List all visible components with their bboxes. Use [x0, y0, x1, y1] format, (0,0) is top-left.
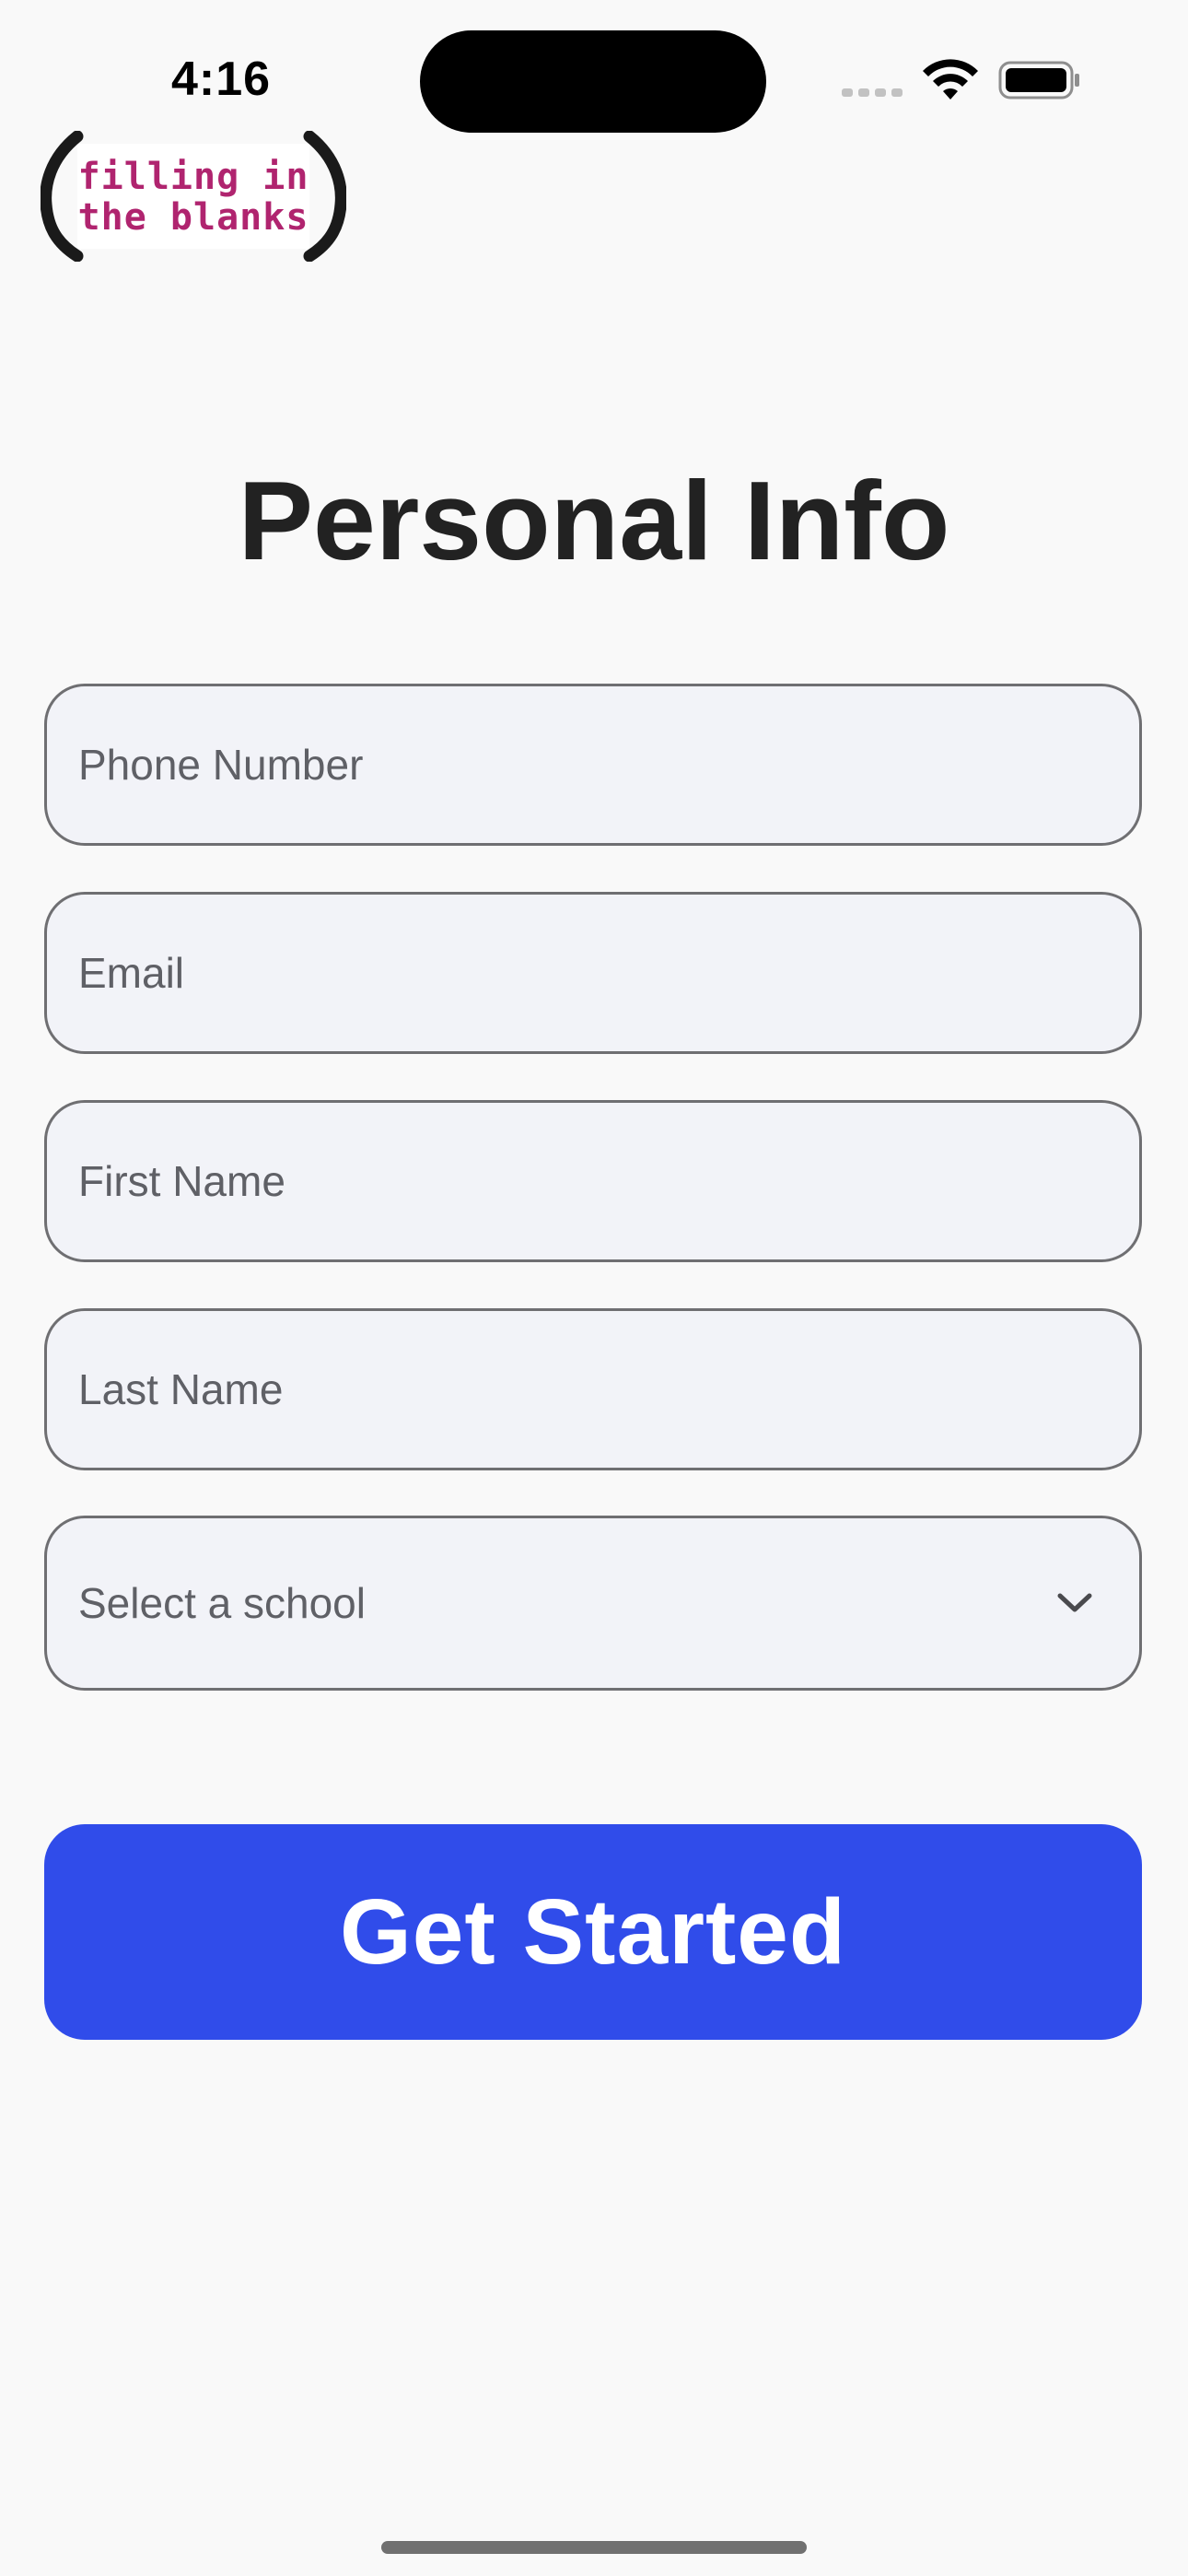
screen: 4:16 filling in the blanks Personal Info: [0, 0, 1188, 2576]
phone-number-field[interactable]: [44, 684, 1142, 846]
wifi-icon: [923, 59, 978, 100]
page-title: Personal Info: [238, 458, 950, 583]
email-field[interactable]: [44, 892, 1142, 1054]
cellular-signal-icon: [842, 85, 904, 98]
chevron-down-icon[interactable]: [1056, 1591, 1093, 1615]
first-name-input[interactable]: [78, 1103, 1108, 1259]
first-name-field[interactable]: [44, 1100, 1142, 1262]
logo-text-line2: the blanks: [77, 196, 309, 239]
app-logo: filling in the blanks: [41, 131, 346, 262]
get-started-button[interactable]: Get Started: [44, 1824, 1142, 2040]
last-name-field[interactable]: [44, 1308, 1142, 1470]
status-time: 4:16: [171, 53, 272, 106]
school-select[interactable]: Select a school: [44, 1516, 1142, 1691]
logo-background: filling in the blanks: [77, 144, 309, 249]
last-name-input[interactable]: [78, 1311, 1108, 1468]
logo-right-paren-icon: [303, 131, 346, 262]
email-input[interactable]: [78, 895, 1108, 1051]
logo-left-paren-icon: [41, 131, 84, 262]
dynamic-island: [420, 30, 766, 133]
battery-icon: [998, 61, 1079, 100]
home-indicator[interactable]: [381, 2541, 807, 2554]
logo-text-line1: filling in: [77, 156, 309, 198]
phone-number-input[interactable]: [78, 686, 1108, 843]
school-select-value: Select a school: [78, 1579, 366, 1627]
